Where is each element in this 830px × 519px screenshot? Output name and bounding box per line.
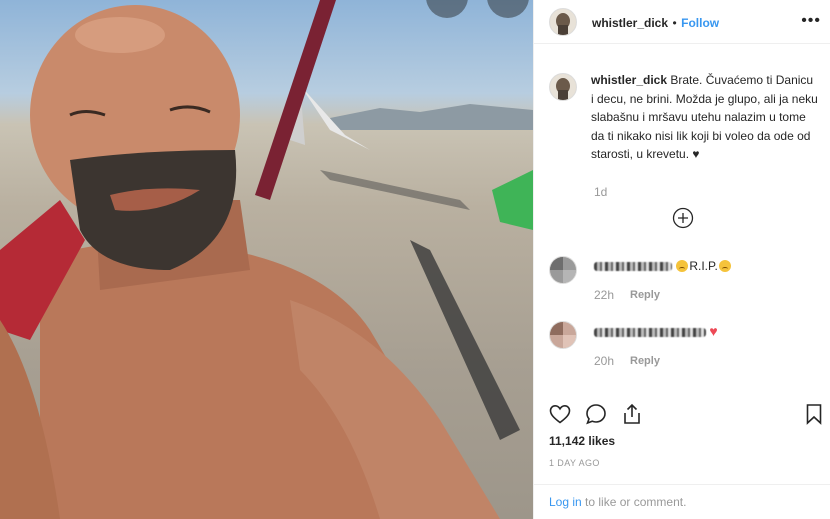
post-date[interactable]: 1 DAY AGO: [549, 458, 600, 468]
likes-count[interactable]: 11,142 likes: [549, 434, 615, 448]
avatar[interactable]: [549, 8, 577, 36]
post-photo[interactable]: [0, 0, 533, 519]
post-details-panel: whistler_dick • Follow ••• whistler_dick…: [533, 0, 830, 519]
comment-text: R.I.P.: [689, 259, 718, 273]
post-username[interactable]: whistler_dick: [592, 16, 668, 30]
caption-time[interactable]: 1d: [594, 185, 607, 199]
comment-row: R.I.P.: [594, 259, 732, 273]
share-icon[interactable]: [620, 402, 644, 431]
comment-time[interactable]: 20h: [594, 354, 614, 368]
more-options-icon[interactable]: •••: [801, 12, 821, 30]
comment-row: ♥: [594, 323, 718, 339]
caption-username[interactable]: whistler_dick: [591, 73, 667, 87]
login-link[interactable]: Log in: [549, 495, 582, 509]
reply-button[interactable]: Reply: [630, 355, 660, 367]
comment-avatar[interactable]: [549, 256, 577, 284]
blurred-username: [594, 262, 672, 272]
caption: whistler_dick Brate. Čuvaćemo ti Danicu …: [591, 71, 819, 164]
separator-dot: •: [672, 16, 677, 30]
reply-button[interactable]: Reply: [630, 289, 660, 301]
comment-time[interactable]: 22h: [594, 288, 614, 302]
bookmark-icon[interactable]: [802, 402, 826, 431]
speech-bubble-icon[interactable]: [584, 402, 608, 431]
sad-emoji-icon: [676, 260, 689, 272]
login-prompt-text: to like or comment.: [585, 495, 687, 509]
sad-emoji-icon: [718, 260, 731, 272]
blurred-username: [594, 328, 706, 338]
comment-avatar[interactable]: [549, 321, 577, 349]
caption-avatar[interactable]: [549, 73, 577, 101]
post-header: whistler_dick • Follow •••: [534, 0, 830, 44]
login-prompt: Log in to like or comment.: [549, 495, 686, 509]
photo-illustration: [0, 0, 533, 519]
heart-emoji: ♥: [709, 323, 718, 339]
login-footer: Log in to like or comment.: [534, 484, 830, 519]
heart-outline-icon[interactable]: [548, 402, 572, 431]
plus-circle-icon[interactable]: [672, 207, 694, 229]
follow-button[interactable]: Follow: [681, 16, 719, 30]
